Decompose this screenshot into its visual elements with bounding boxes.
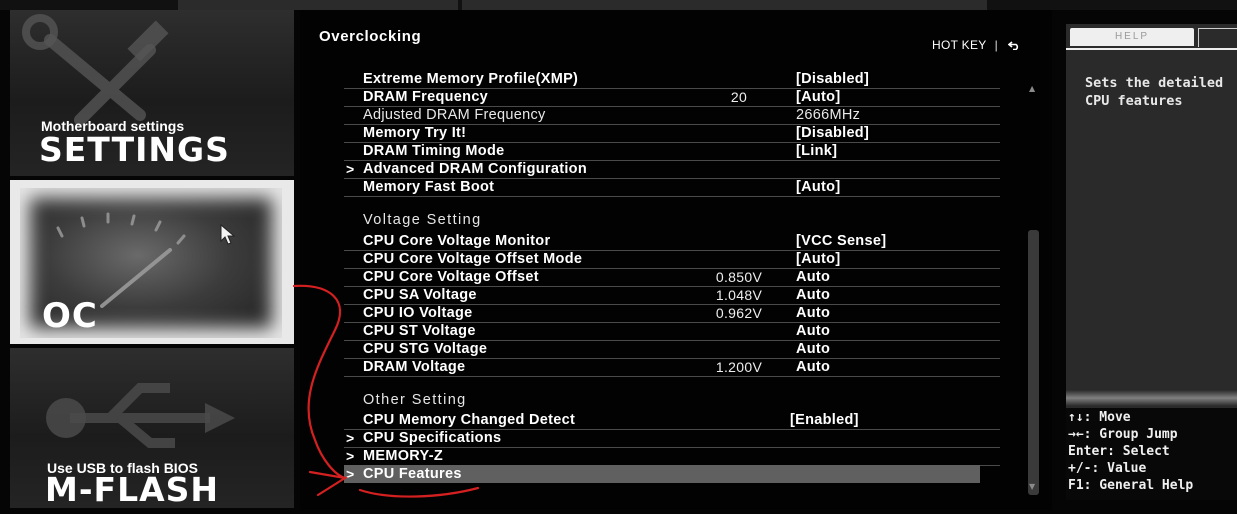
setting-label: CPU Features xyxy=(363,466,462,482)
group-heading-other: Other Setting xyxy=(363,392,467,408)
setting-row-dram-timing-mode[interactable]: DRAM Timing Mode [Link] xyxy=(344,142,1000,161)
submenu-advanced-dram-configuration[interactable]: > Advanced DRAM Configuration xyxy=(344,160,1000,179)
settings-panel: Overclocking HOT KEY | Extreme Memory Pro… xyxy=(300,10,1052,510)
submenu-cpu-features[interactable]: > CPU Features xyxy=(344,465,980,483)
submenu-chevron-icon: > xyxy=(346,448,355,464)
setting-value[interactable]: Auto xyxy=(796,268,830,286)
oc-tile[interactable]: OC xyxy=(10,180,294,344)
setting-value[interactable]: Auto xyxy=(796,358,830,376)
setting-row-cpu-core-voltage-offset[interactable]: CPU Core Voltage Offset 0.850V Auto xyxy=(344,268,1000,287)
setting-value[interactable]: Auto xyxy=(796,322,830,340)
setting-label: DRAM Timing Mode xyxy=(363,143,505,159)
setting-current: 0.962V xyxy=(715,305,763,321)
page-title: Overclocking xyxy=(319,28,422,45)
top-strip xyxy=(0,0,1237,10)
setting-label: DRAM Frequency xyxy=(363,89,489,105)
setting-current: 20 xyxy=(730,89,748,105)
setting-row-memory-fast-boot[interactable]: Memory Fast Boot [Auto] xyxy=(344,178,1000,197)
setting-label: CPU SA Voltage xyxy=(363,287,477,303)
setting-label: CPU STG Voltage xyxy=(363,341,488,357)
setting-label: CPU Core Voltage Offset xyxy=(363,269,539,285)
setting-row-memory-try-it[interactable]: Memory Try It! [Disabled] xyxy=(344,124,1000,143)
setting-value[interactable]: [VCC Sense] xyxy=(796,232,886,250)
help-panel: HELP Sets the detailed CPU features ↑↓: … xyxy=(1066,24,1237,500)
setting-label: CPU Memory Changed Detect xyxy=(363,412,576,428)
setting-row-cpu-stg-voltage[interactable]: CPU STG Voltage Auto xyxy=(344,340,1000,359)
setting-value[interactable]: [Enabled] xyxy=(790,411,859,429)
info-tab[interactable] xyxy=(1198,28,1237,47)
submenu-cpu-specifications[interactable]: > CPU Specifications xyxy=(344,429,1000,448)
back-arrow-icon[interactable] xyxy=(1007,40,1020,51)
submenu-memory-z[interactable]: > MEMORY-Z xyxy=(344,447,1000,466)
setting-label: Extreme Memory Profile(XMP) xyxy=(363,71,579,87)
setting-row-cpu-sa-voltage[interactable]: CPU SA Voltage 1.048V Auto xyxy=(344,286,1000,305)
setting-current: 1.200V xyxy=(715,359,763,375)
key-legend: ↑↓: Move →←: Group Jump Enter: Select +/… xyxy=(1066,408,1237,500)
key-hint-group-jump: →←: Group Jump xyxy=(1068,427,1178,442)
setting-value[interactable]: Auto xyxy=(796,286,830,304)
setting-value[interactable]: [Auto] xyxy=(796,250,840,268)
setting-label: DRAM Voltage xyxy=(363,359,466,375)
settings-title: SETTINGS xyxy=(39,130,230,169)
settings-tile[interactable]: Motherboard settings SETTINGS xyxy=(10,10,294,176)
left-nav: Motherboard settings SETTINGS OC Use USB… xyxy=(10,10,294,510)
submenu-chevron-icon: > xyxy=(346,466,355,482)
help-text: Sets the detailed CPU features xyxy=(1085,75,1224,109)
setting-label: CPU Core Voltage Offset Mode xyxy=(363,251,583,267)
oc-title: OC xyxy=(42,296,98,336)
setting-label: Memory Try It! xyxy=(363,125,467,141)
setting-row-dram-voltage[interactable]: DRAM Voltage 1.200V Auto xyxy=(344,358,1000,377)
key-hint-general-help: F1: General Help xyxy=(1068,478,1194,493)
key-hint-value: +/-: Value xyxy=(1068,461,1147,476)
setting-label: CPU ST Voltage xyxy=(363,323,476,339)
setting-row-cpu-st-voltage[interactable]: CPU ST Voltage Auto xyxy=(344,322,1000,341)
submenu-chevron-icon: > xyxy=(346,430,355,446)
scroll-up-icon[interactable]: ▲ xyxy=(1029,84,1035,93)
hotkey-label: HOT KEY xyxy=(932,38,987,52)
mouse-cursor-icon xyxy=(220,224,236,245)
setting-value[interactable]: [Link] xyxy=(796,142,837,160)
mflash-title: M-FLASH xyxy=(45,470,220,508)
setting-value[interactable]: Auto xyxy=(796,304,830,322)
setting-label: MEMORY-Z xyxy=(363,448,443,464)
setting-value[interactable]: [Disabled] xyxy=(796,124,869,142)
setting-label: Advanced DRAM Configuration xyxy=(363,161,587,177)
mflash-tile[interactable]: Use USB to flash BIOS M-FLASH xyxy=(10,348,294,508)
setting-row-cpu-core-voltage-monitor[interactable]: CPU Core Voltage Monitor [VCC Sense] xyxy=(344,232,1000,251)
setting-current: 0.850V xyxy=(715,269,763,285)
setting-label: Adjusted DRAM Frequency xyxy=(363,107,546,123)
top-tab xyxy=(462,0,987,10)
setting-current: 1.048V xyxy=(715,287,763,303)
setting-label: CPU IO Voltage xyxy=(363,305,473,321)
setting-label: CPU Core Voltage Monitor xyxy=(363,233,551,249)
setting-value[interactable]: [Auto] xyxy=(796,88,840,106)
setting-value[interactable]: [Disabled] xyxy=(796,70,869,88)
key-hint-select: Enter: Select xyxy=(1068,444,1170,459)
setting-row-cpu-memory-changed-detect[interactable]: CPU Memory Changed Detect [Enabled] xyxy=(344,411,1000,430)
key-hint-move: ↑↓: Move xyxy=(1068,410,1131,425)
group-heading-voltage: Voltage Setting xyxy=(363,212,482,228)
hotkey-separator: | xyxy=(994,38,998,52)
setting-value[interactable]: [Auto] xyxy=(796,178,840,196)
hotkey-bar[interactable]: HOT KEY | xyxy=(932,38,1020,52)
help-divider xyxy=(1066,390,1237,406)
top-tab xyxy=(178,0,458,10)
setting-label: Memory Fast Boot xyxy=(363,179,495,195)
scroll-down-icon[interactable]: ▼ xyxy=(1029,482,1035,491)
setting-label: CPU Specifications xyxy=(363,430,502,446)
setting-row-adjusted-dram-frequency: Adjusted DRAM Frequency 2666MHz xyxy=(344,106,1000,125)
scrollbar-thumb[interactable] xyxy=(1028,230,1039,495)
submenu-chevron-icon: > xyxy=(346,161,355,177)
help-tab[interactable]: HELP xyxy=(1070,28,1194,46)
setting-row-xmp[interactable]: Extreme Memory Profile(XMP) [Disabled] xyxy=(344,70,1000,89)
setting-row-dram-frequency[interactable]: DRAM Frequency 20 [Auto] xyxy=(344,88,1000,107)
setting-value: 2666MHz xyxy=(796,107,861,123)
setting-value[interactable]: Auto xyxy=(796,340,830,358)
setting-row-cpu-io-voltage[interactable]: CPU IO Voltage 0.962V Auto xyxy=(344,304,1000,323)
setting-row-cpu-core-voltage-offset-mode[interactable]: CPU Core Voltage Offset Mode [Auto] xyxy=(344,250,1000,269)
